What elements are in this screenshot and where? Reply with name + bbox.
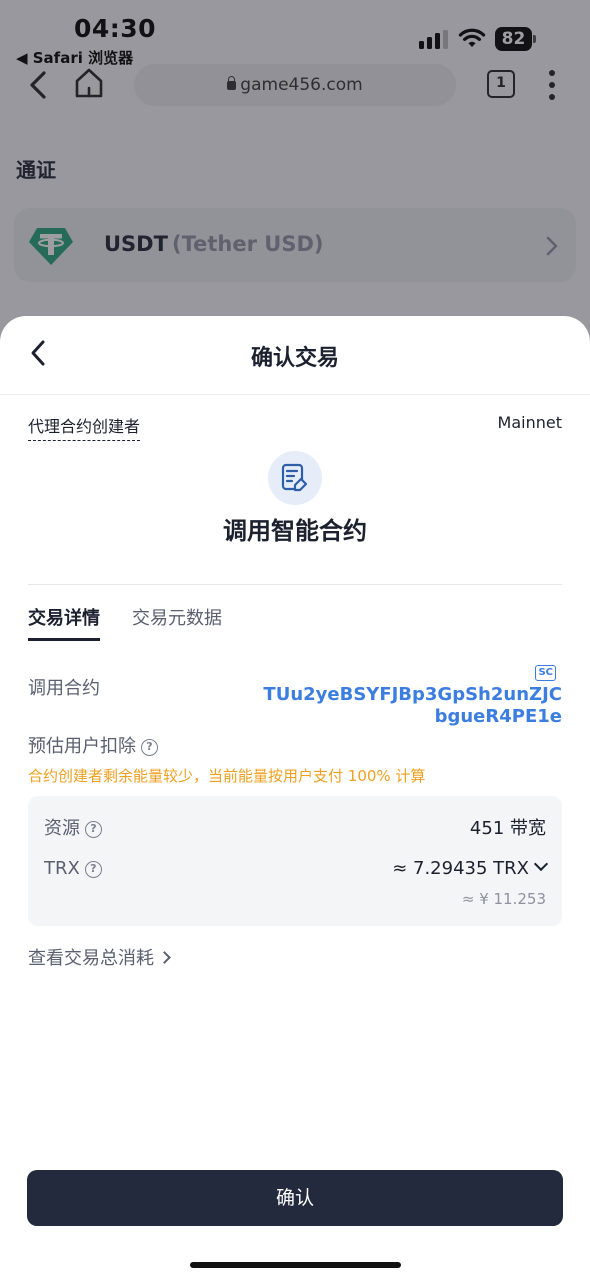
trx-fiat-value: ≈ ¥ 11.253 bbox=[461, 890, 546, 908]
resource-value: 451 带宽 bbox=[469, 818, 546, 839]
trx-value-toggle[interactable]: ≈ 7.29435 TRX bbox=[392, 856, 549, 879]
contract-address-line1: TUu2yeBSYFJBp3GpSh2unZJC bbox=[263, 684, 562, 705]
chevron-down-icon bbox=[533, 856, 549, 872]
view-total-cost-link[interactable]: 查看交易总消耗 bbox=[28, 944, 171, 970]
action-title: 调用智能合约 bbox=[223, 517, 367, 545]
trx-label-text: TRX bbox=[44, 858, 80, 879]
smart-contract-icon bbox=[268, 451, 322, 505]
network-label: Mainnet bbox=[497, 413, 562, 432]
energy-warning-text: 合约创建者剩余能量较少，当前能量按用户支付 100% 计算 bbox=[28, 767, 426, 785]
divider bbox=[28, 584, 562, 585]
view-total-cost-text: 查看交易总消耗 bbox=[28, 948, 154, 969]
help-icon[interactable]: ? bbox=[84, 861, 102, 878]
resource-label: 资源? bbox=[44, 814, 102, 840]
resource-label-text: 资源 bbox=[44, 818, 80, 839]
tab-transaction-metadata[interactable]: 交易元数据 bbox=[132, 604, 222, 630]
proxy-contract-creator-label[interactable]: 代理合约创建者 bbox=[28, 413, 141, 441]
contract-address-link[interactable]: SC TUu2yeBSYFJBp3GpSh2unZJC bgueR4PE1e bbox=[242, 662, 562, 728]
smart-contract-badge: SC bbox=[535, 665, 556, 681]
estimated-deduction-label: 预估用户扣除? bbox=[28, 732, 158, 758]
called-contract-label: 调用合约 bbox=[28, 678, 100, 699]
tab-transaction-details[interactable]: 交易详情 bbox=[28, 604, 100, 641]
trx-value: ≈ 7.29435 TRX bbox=[392, 858, 529, 879]
trx-label: TRX? bbox=[44, 858, 102, 879]
sheet-header: 确认交易 bbox=[0, 316, 590, 395]
chevron-right-icon bbox=[158, 951, 171, 964]
estimated-deduction-text: 预估用户扣除 bbox=[28, 736, 136, 757]
help-icon[interactable]: ? bbox=[141, 739, 158, 756]
confirm-transaction-sheet: 确认交易 代理合约创建者 Mainnet 调用智能合约 交易详情 交易元数据 调… bbox=[0, 316, 590, 1280]
sheet-title: 确认交易 bbox=[250, 346, 339, 371]
contract-address-line2: bgueR4PE1e bbox=[434, 706, 562, 727]
help-icon[interactable]: ? bbox=[85, 821, 102, 838]
home-indicator[interactable] bbox=[190, 1262, 401, 1268]
confirm-button[interactable]: 确认 bbox=[27, 1170, 563, 1226]
resource-cost-box: 资源? 451 带宽 TRX? ≈ 7.29435 TRX ≈ ¥ 11.253 bbox=[28, 796, 562, 926]
